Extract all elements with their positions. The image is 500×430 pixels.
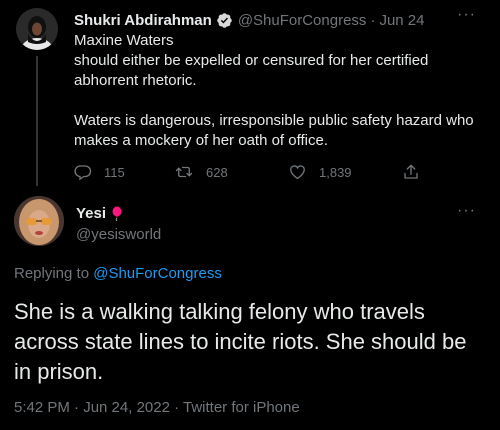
reply-button[interactable]: 115: [74, 160, 125, 184]
separator: ·: [370, 11, 376, 29]
tweet-text-line: Waters is dangerous, irresponsible publi…: [74, 112, 474, 129]
replying-to-mention[interactable]: @ShuForCongress: [93, 265, 222, 282]
share-icon: [404, 164, 418, 179]
author-handle[interactable]: @yesisworld: [76, 226, 161, 243]
retweet-button[interactable]: 628: [174, 160, 228, 184]
verified-badge-icon: [216, 12, 233, 29]
author-name[interactable]: Shukri Abdirahman: [74, 12, 212, 29]
share-button[interactable]: [402, 160, 432, 184]
tweet-text-line: abhorrent rhetoric.: [74, 72, 197, 89]
like-button[interactable]: 1,839: [288, 160, 352, 184]
reply-author-row: Yesi: [76, 205, 123, 222]
more-options-icon[interactable]: ···: [457, 6, 476, 24]
tweet-timestamp[interactable]: 5:42 PM · Jun 24, 2022 · Twitter for iPh…: [14, 399, 300, 416]
replying-to-label: Replying to: [14, 265, 90, 282]
thread-line: [36, 56, 38, 186]
reply-icon: [74, 165, 92, 181]
reply-count: 115: [104, 164, 125, 180]
tweet-text-line: Maxine Waters: [74, 32, 174, 49]
like-count: 1,839: [319, 164, 352, 180]
avatar-image: [14, 196, 64, 246]
avatar[interactable]: [16, 8, 58, 50]
tweet-date[interactable]: Jun 24: [379, 12, 424, 29]
author-name[interactable]: Yesi: [76, 205, 106, 222]
tweet-actions: 115 628 1,839: [74, 160, 434, 184]
tweet-text-line: should either be expelled or censured fo…: [74, 52, 429, 69]
avatar[interactable]: [14, 196, 64, 246]
focused-tweet-text: She is a walking talking felony who trav…: [14, 299, 467, 384]
parent-tweet[interactable]: Shukri Abdirahman @ShuForCongress · Jun …: [0, 0, 500, 190]
balloon-icon: [111, 206, 123, 222]
retweet-count: 628: [206, 164, 228, 180]
heart-icon: [290, 165, 305, 180]
avatar-image: [16, 8, 58, 50]
retweet-icon: [175, 166, 193, 178]
tweet-text-line: makes a mockery of her oath of office.: [74, 132, 329, 149]
tweet-header: Shukri Abdirahman @ShuForCongress · Jun …: [74, 10, 424, 30]
replying-to: Replying to @ShuForCongress: [14, 265, 222, 282]
more-options-icon[interactable]: ···: [457, 202, 476, 220]
author-handle[interactable]: @ShuForCongress: [238, 12, 367, 29]
